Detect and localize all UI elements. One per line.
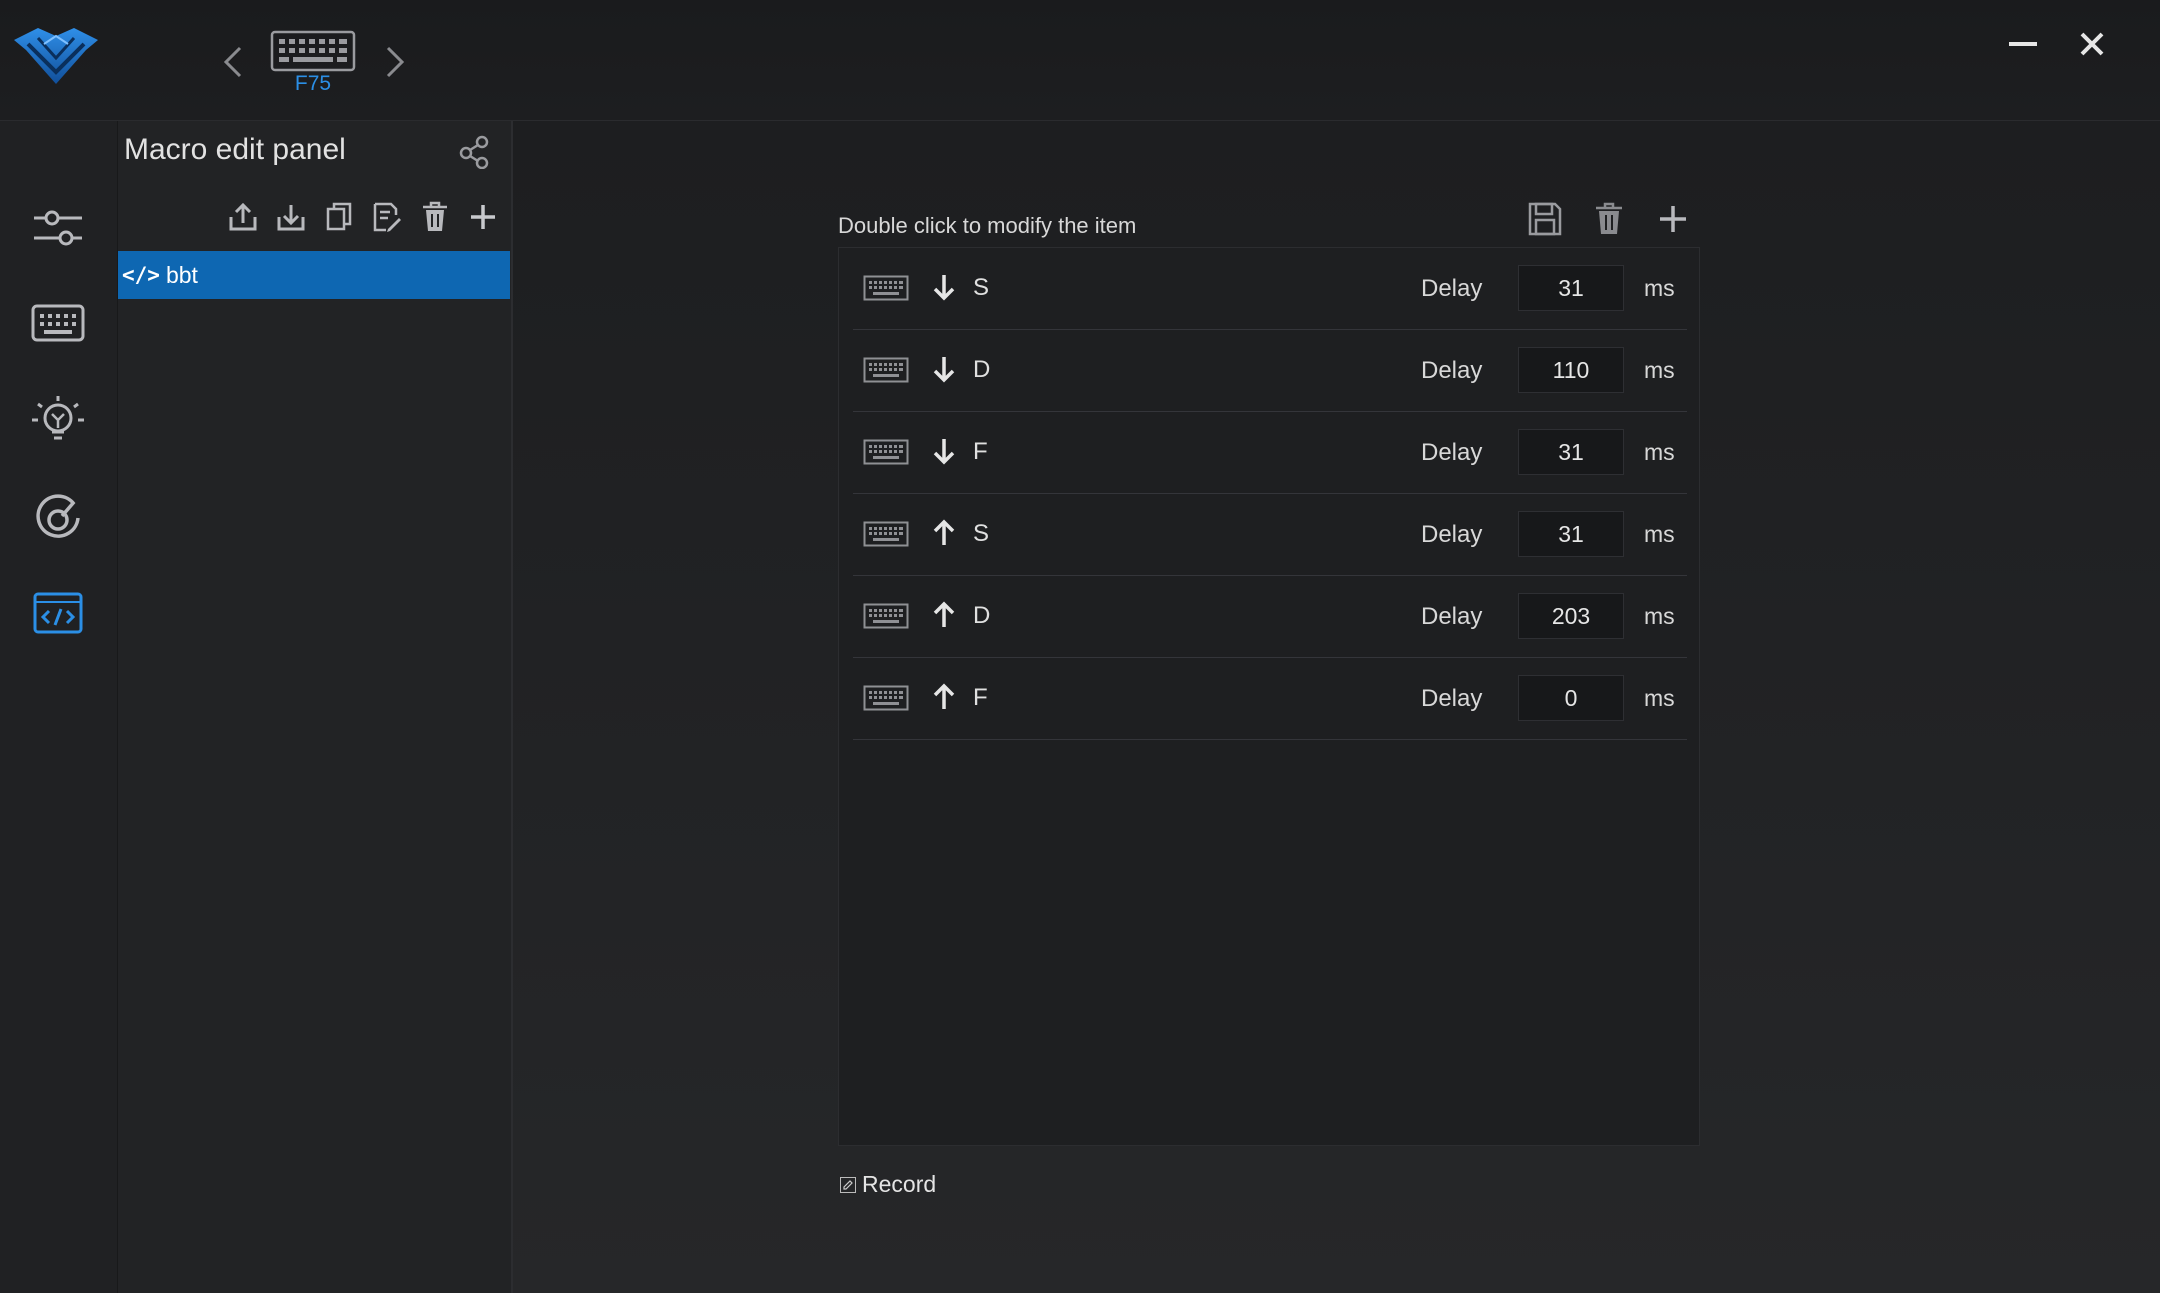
key-down-arrow-icon (933, 357, 955, 383)
delete-icon (1596, 202, 1622, 234)
delay-label: Delay (1421, 439, 1483, 466)
delete-macro-button[interactable] (418, 199, 452, 235)
event-key: D (973, 602, 991, 629)
event-key: F (973, 684, 988, 711)
sidebar-item-macro[interactable] (24, 582, 92, 644)
delay-input[interactable]: 31 (1518, 265, 1624, 311)
macro-list-panel: Macro edit panel </> bbt (118, 121, 513, 1293)
key-down-arrow-icon (933, 275, 955, 301)
key-up-arrow-icon (933, 601, 955, 627)
add-event-button[interactable] (1653, 199, 1693, 239)
delay-unit: ms (1644, 603, 1675, 629)
macro-event-row[interactable]: D Delay 203 ms (853, 576, 1687, 658)
keyboard-event-icon (863, 521, 909, 547)
key-up-arrow-icon (933, 519, 955, 545)
delay-input[interactable]: 203 (1518, 593, 1624, 639)
delay-unit: ms (1644, 439, 1675, 465)
copy-icon (326, 202, 352, 231)
delay-unit: ms (1644, 685, 1675, 711)
sliders-icon (34, 210, 82, 246)
macro-event-row[interactable]: D Delay 110 ms (853, 330, 1687, 412)
delay-unit: ms (1644, 357, 1675, 383)
add-icon (471, 205, 495, 229)
macro-event-list: S Delay 31 ms D Delay 110 ms F Delay 31 … (838, 247, 1700, 1146)
device-name-label: F75 (294, 72, 332, 95)
record-button[interactable]: Record (840, 1171, 936, 1198)
event-key: D (973, 356, 991, 383)
editor-toolbar (1525, 199, 1693, 239)
delay-unit: ms (1644, 521, 1675, 547)
next-device-button[interactable] (380, 42, 410, 82)
editor-hint: Double click to modify the item (838, 213, 1137, 238)
sidebar-item-settings[interactable] (24, 197, 92, 259)
minimize-button[interactable] (2005, 26, 2041, 62)
sidebar-item-performance[interactable] (24, 487, 92, 549)
delay-label: Delay (1421, 521, 1483, 548)
delay-label: Delay (1421, 357, 1483, 384)
copy-macro-button[interactable] (322, 199, 356, 235)
macro-event-row[interactable]: F Delay 31 ms (853, 412, 1687, 494)
delay-input[interactable]: 31 (1518, 511, 1624, 557)
macro-list-item[interactable]: </> bbt (118, 251, 510, 299)
keyboard-event-icon (863, 685, 909, 711)
delete-icon (423, 201, 447, 231)
delay-label: Delay (1421, 603, 1483, 630)
share-icon[interactable] (458, 135, 492, 169)
keyboard-event-icon (863, 603, 909, 629)
event-key: F (973, 438, 988, 465)
left-nav-rail (0, 121, 118, 1293)
macro-name: bbt (165, 261, 198, 288)
rename-macro-button[interactable] (370, 199, 404, 235)
event-key: S (973, 274, 990, 301)
import-macro-button[interactable] (274, 199, 308, 235)
keyboard-event-icon (863, 275, 909, 301)
keyboard-event-icon (863, 357, 909, 383)
save-icon (1528, 202, 1562, 236)
macro-event-row[interactable]: S Delay 31 ms (853, 494, 1687, 576)
export-macro-button[interactable] (226, 199, 260, 235)
add-macro-button[interactable] (466, 199, 500, 235)
keyboard-icon (31, 304, 85, 342)
delete-event-button[interactable] (1589, 199, 1629, 239)
add-icon (1660, 206, 1686, 232)
macro-toolbar (226, 199, 500, 239)
sidebar-item-keys[interactable] (24, 293, 92, 355)
keyboard-device-icon (270, 30, 356, 72)
previous-device-button[interactable] (218, 42, 248, 82)
record-label: Record (862, 1171, 937, 1197)
macro-editor: Double click to modify the item S Delay … (513, 121, 2160, 1293)
macro-code-tag: </> (122, 263, 160, 287)
delay-label: Delay (1421, 685, 1483, 712)
import-icon (277, 205, 305, 231)
delay-unit: ms (1644, 275, 1675, 301)
title-bar: F75 (0, 0, 2160, 121)
key-down-arrow-icon (933, 439, 955, 465)
delay-input[interactable]: 31 (1518, 429, 1624, 475)
lighting-icon (32, 396, 84, 440)
rename-icon (373, 202, 401, 232)
export-icon (229, 202, 257, 231)
close-button[interactable] (2074, 26, 2110, 62)
delay-input[interactable]: 0 (1518, 675, 1624, 721)
macro-event-row[interactable]: S Delay 31 ms (853, 248, 1687, 330)
sidebar-item-lighting[interactable] (24, 389, 92, 451)
event-key: S (973, 520, 990, 547)
delay-label: Delay (1421, 275, 1483, 302)
save-macro-button[interactable] (1525, 199, 1565, 239)
keyboard-event-icon (863, 439, 909, 465)
macro-icon (33, 592, 83, 634)
delay-input[interactable]: 110 (1518, 347, 1624, 393)
performance-icon (36, 494, 80, 538)
brand-logo-icon (14, 28, 98, 84)
macro-event-row[interactable]: F Delay 0 ms (853, 658, 1687, 740)
key-up-arrow-icon (933, 683, 955, 709)
record-checkbox-icon (840, 1176, 856, 1193)
panel-title: Macro edit panel (124, 133, 346, 166)
